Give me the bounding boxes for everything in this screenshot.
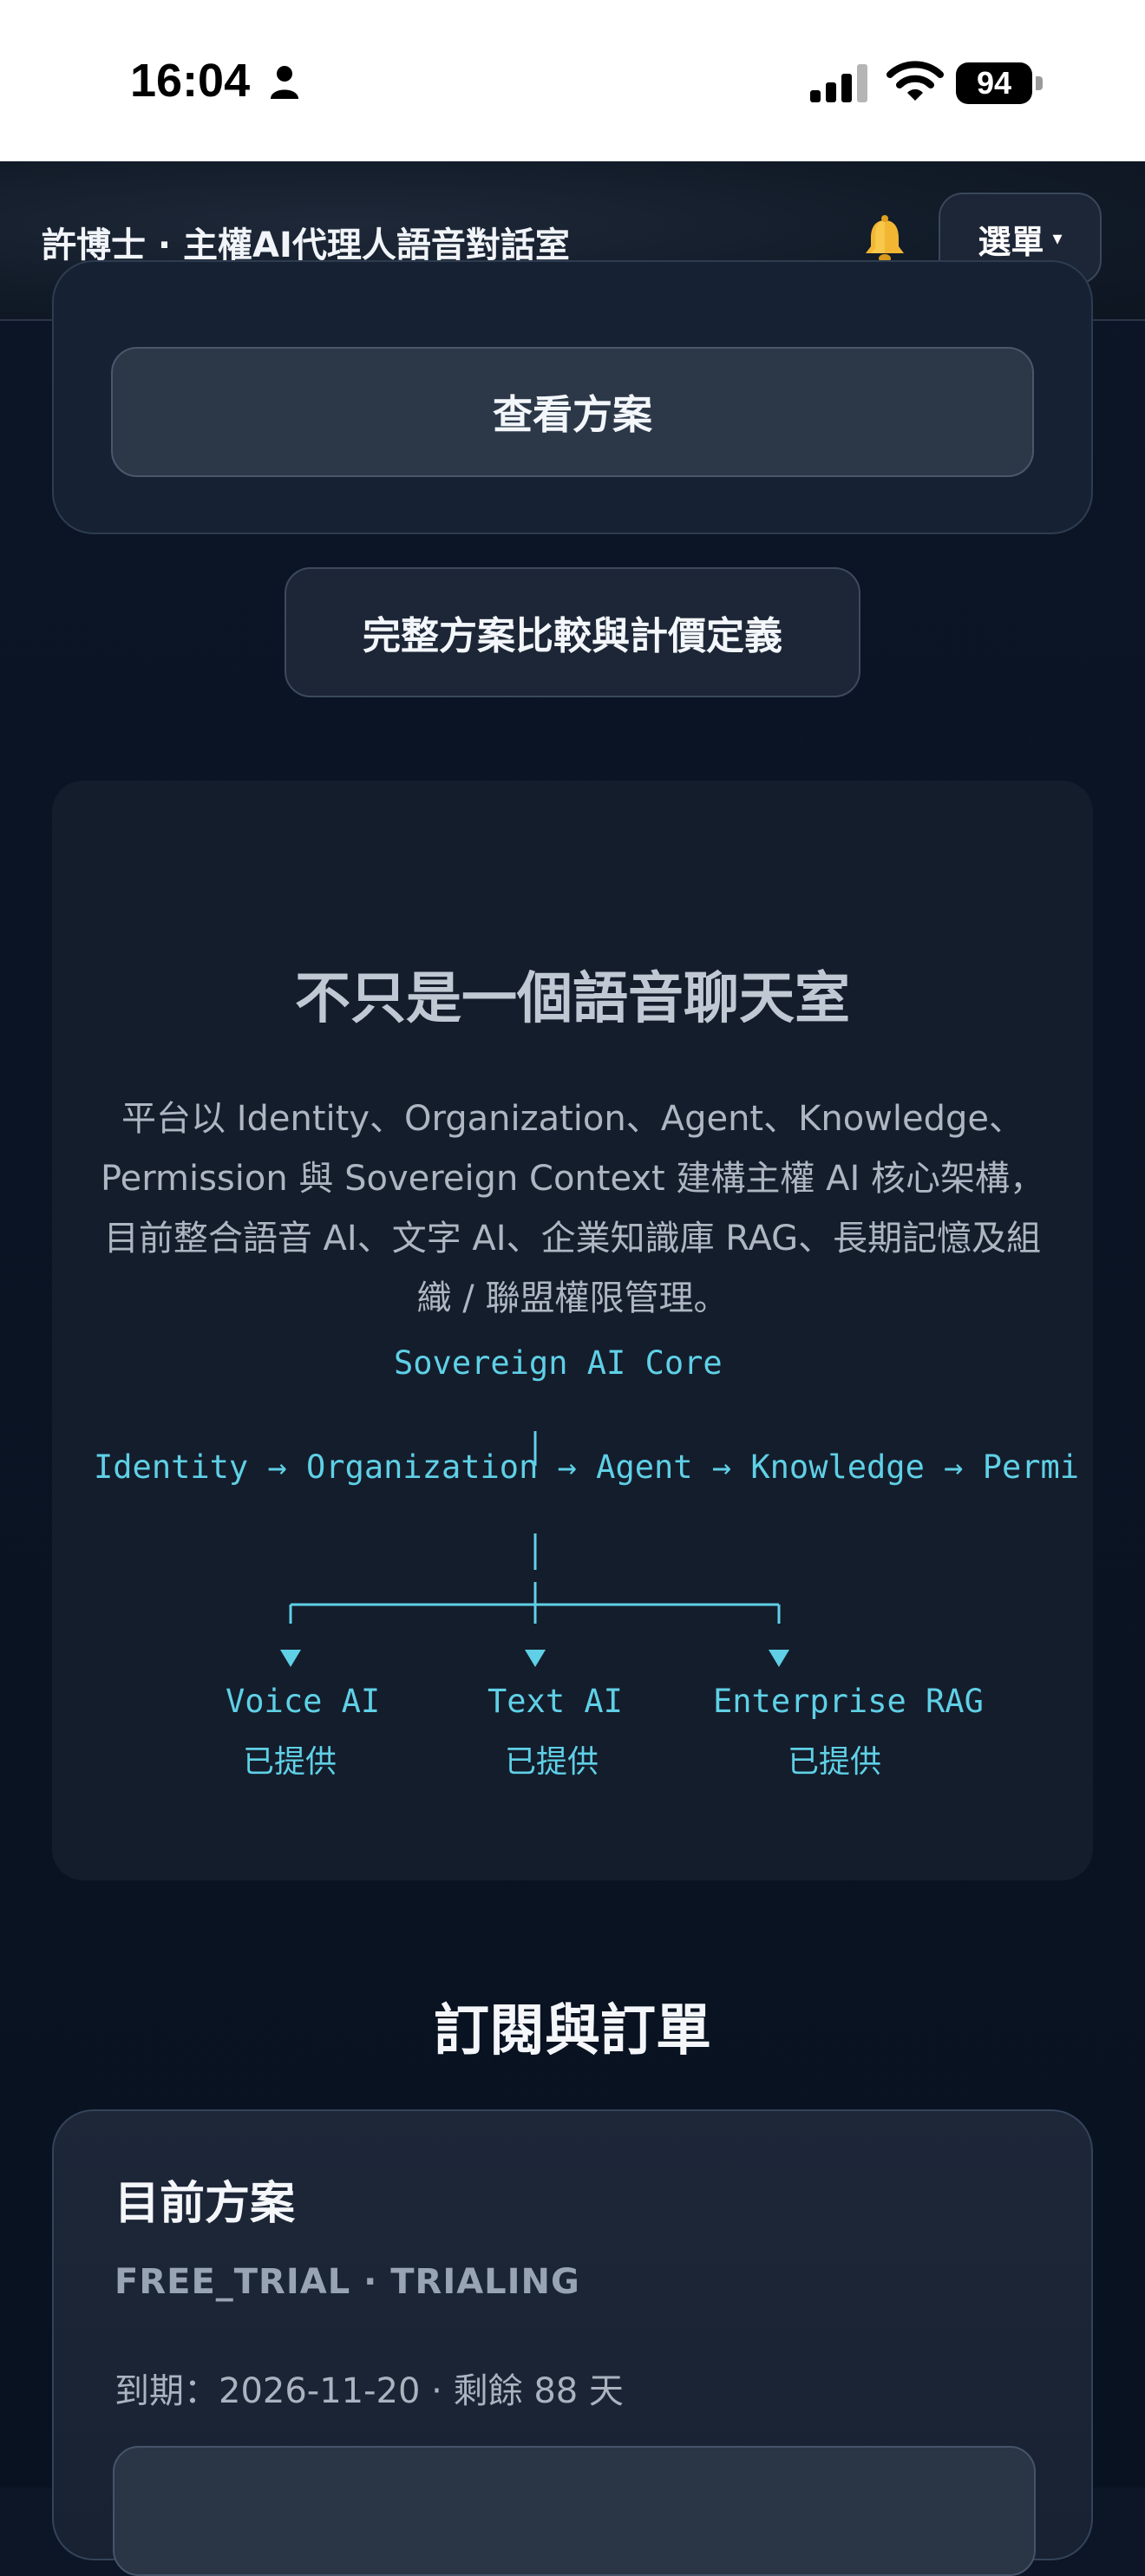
architecture-diagram: Sovereign AI Core Identity → Organizatio… <box>52 781 1093 1880</box>
current-plan-card: 目前方案 FREE_TRIAL · TRIALING 到期：2026-11-20… <box>52 2109 1093 2576</box>
branch-voice-ai: Voice AI <box>226 1683 381 1720</box>
plan-status: FREE_TRIAL · TRIALING <box>114 2262 580 2302</box>
status-time: 16:04 <box>130 55 251 107</box>
plan-expiry: 到期：2026-11-20 · 剩餘 88 天 <box>114 2371 624 2411</box>
view-plan-button[interactable]: 查看方案 <box>111 347 1034 477</box>
battery-level: 94 <box>956 62 1032 104</box>
sovereign-core-card: 不只是一個語音聊天室 平台以 Identity、Organization、Age… <box>52 781 1093 1880</box>
branch-text-ai: Text AI <box>487 1683 623 1720</box>
menu-label: 選單 <box>978 222 1044 261</box>
chevron-down-icon: ▾ <box>1052 227 1063 250</box>
wifi-icon <box>887 61 944 101</box>
person-icon <box>271 66 298 99</box>
subscription-title: 訂閱與訂單 <box>434 1999 711 2063</box>
plan-comparison-button[interactable]: 完整方案比較與計價定義 <box>285 567 860 697</box>
branch-voice-ai-status: 已提供 <box>243 1744 337 1780</box>
battery-icon: 94 <box>956 62 1043 104</box>
plan-action-button[interactable] <box>113 2446 1036 2576</box>
branch-enterprise-rag-status: 已提供 <box>788 1744 882 1780</box>
branch-text-ai-status: 已提供 <box>505 1744 599 1780</box>
diagram-pipeline: Identity → Organization → Agent → Knowle… <box>94 1448 1080 1486</box>
status-bar: 16:04 94 <box>0 0 1145 161</box>
current-plan-label: 目前方案 <box>114 2178 296 2230</box>
bell-icon[interactable] <box>859 213 911 265</box>
signal-icon <box>810 64 867 102</box>
branch-enterprise-rag: Enterprise RAG <box>713 1683 984 1720</box>
